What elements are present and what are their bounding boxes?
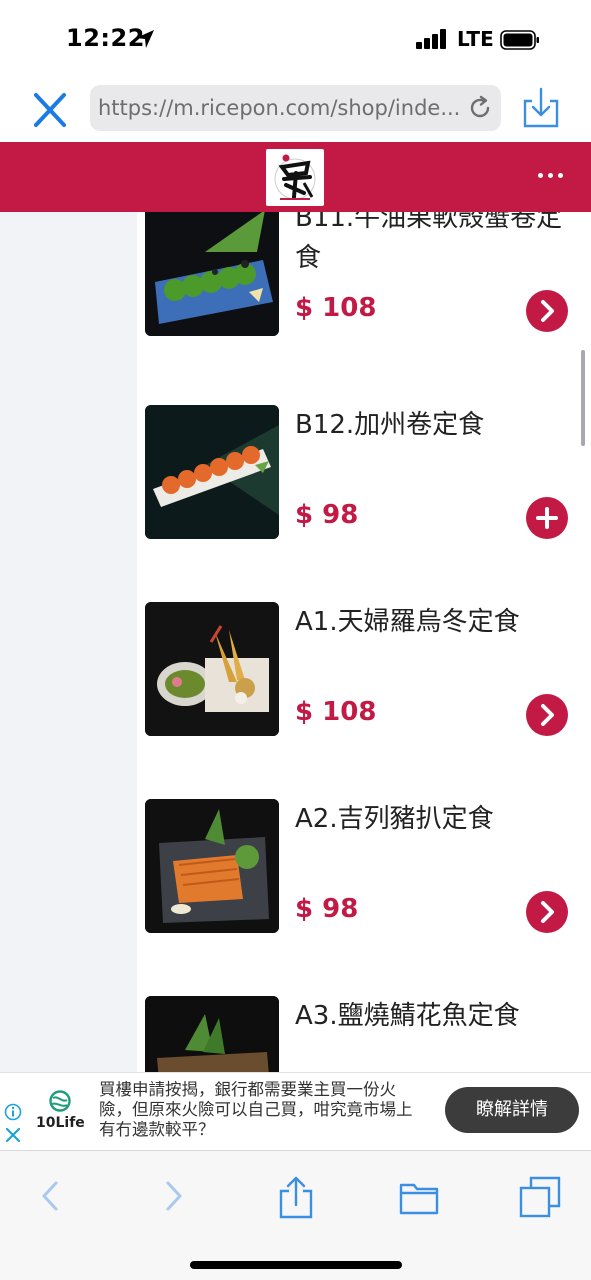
ad-banner[interactable]: 10Life 買樓申請按揭，銀行都需要業主買一份火險，但原來火險可以自己買，咁究… xyxy=(0,1072,591,1150)
item-photo[interactable] xyxy=(145,602,279,736)
menu-item[interactable]: A3.鹽燒鯖花魚定食 xyxy=(137,996,591,1072)
menu-item[interactable]: A2.吉列豬扒定食 $ 98 xyxy=(137,799,591,996)
scrollbar[interactable] xyxy=(581,350,585,446)
back-icon[interactable] xyxy=(36,1175,64,1217)
item-photo[interactable] xyxy=(145,212,279,336)
location-arrow-icon xyxy=(136,30,154,48)
close-icon[interactable] xyxy=(5,1127,21,1143)
item-price: $ 98 xyxy=(295,500,359,530)
shop-logo-emblem xyxy=(274,154,316,200)
advertiser-name: 10Life xyxy=(36,1115,85,1131)
network-type: LTE xyxy=(457,27,494,51)
share-icon[interactable] xyxy=(276,1175,316,1221)
browser-toolbar xyxy=(0,1150,591,1280)
item-name: B12.加州卷定食 xyxy=(295,410,485,440)
menu-content: B11.牛油果軟殼蟹卷定食 $ 108 B12.加州卷定食 $ 98 A1.天婦… xyxy=(0,212,591,1072)
chevron-right-icon xyxy=(541,300,554,322)
ad-text: 買樓申請按揭，銀行都需要業主買一份火險，但原來火險可以自己買，咁究竟市場上有冇邊… xyxy=(99,1080,413,1139)
category-sidebar[interactable] xyxy=(0,212,137,1072)
item-detail-button[interactable] xyxy=(526,694,568,736)
item-name: A3.鹽燒鯖花魚定食 xyxy=(295,1001,520,1031)
item-add-button[interactable] xyxy=(526,497,568,539)
item-price: $ 98 xyxy=(295,894,359,924)
item-photo[interactable] xyxy=(145,996,279,1072)
item-name: A2.吉列豬扒定食 xyxy=(295,804,494,834)
more-menu-icon[interactable] xyxy=(536,173,566,181)
home-indicator[interactable] xyxy=(190,1261,402,1269)
menu-item[interactable]: B11.牛油果軟殼蟹卷定食 $ 108 xyxy=(137,212,591,399)
url-text: https://m.ricepon.com/shop/inde... xyxy=(98,96,461,120)
url-field[interactable]: https://m.ricepon.com/shop/inde... xyxy=(90,85,501,131)
download-icon[interactable] xyxy=(522,87,560,129)
bookmarks-icon[interactable] xyxy=(398,1175,440,1217)
status-bar: 12:22 LTE xyxy=(0,0,591,78)
shop-logo[interactable] xyxy=(266,149,324,206)
ad-cta-button[interactable]: 瞭解詳情 xyxy=(445,1087,579,1133)
item-detail-button[interactable] xyxy=(526,290,568,332)
cellular-signal-icon xyxy=(416,29,448,49)
item-photo[interactable] xyxy=(145,799,279,933)
forward-icon[interactable] xyxy=(160,1175,188,1217)
chevron-right-icon xyxy=(541,901,554,923)
item-price: $ 108 xyxy=(295,293,377,323)
item-name: A1.天婦羅烏冬定食 xyxy=(295,607,520,637)
battery-icon xyxy=(500,30,539,50)
menu-item[interactable]: A1.天婦羅烏冬定食 $ 108 xyxy=(137,602,591,799)
globe-icon xyxy=(49,1090,71,1112)
plus-icon xyxy=(536,507,558,529)
advertiser-logo[interactable]: 10Life xyxy=(36,1089,85,1135)
chevron-right-icon xyxy=(541,704,554,726)
item-price: $ 108 xyxy=(295,697,377,727)
menu-item[interactable]: B12.加州卷定食 $ 98 xyxy=(137,405,591,602)
close-icon[interactable] xyxy=(30,92,70,128)
browser-address-row: https://m.ricepon.com/shop/inde... xyxy=(0,78,591,142)
item-photo[interactable] xyxy=(145,405,279,539)
item-name: B11.牛油果軟殼蟹卷定食 xyxy=(295,212,563,273)
info-icon[interactable] xyxy=(4,1103,22,1121)
shop-header xyxy=(0,142,591,212)
reload-icon[interactable] xyxy=(467,95,493,121)
item-detail-button[interactable] xyxy=(526,891,568,933)
tabs-icon[interactable] xyxy=(518,1175,562,1219)
